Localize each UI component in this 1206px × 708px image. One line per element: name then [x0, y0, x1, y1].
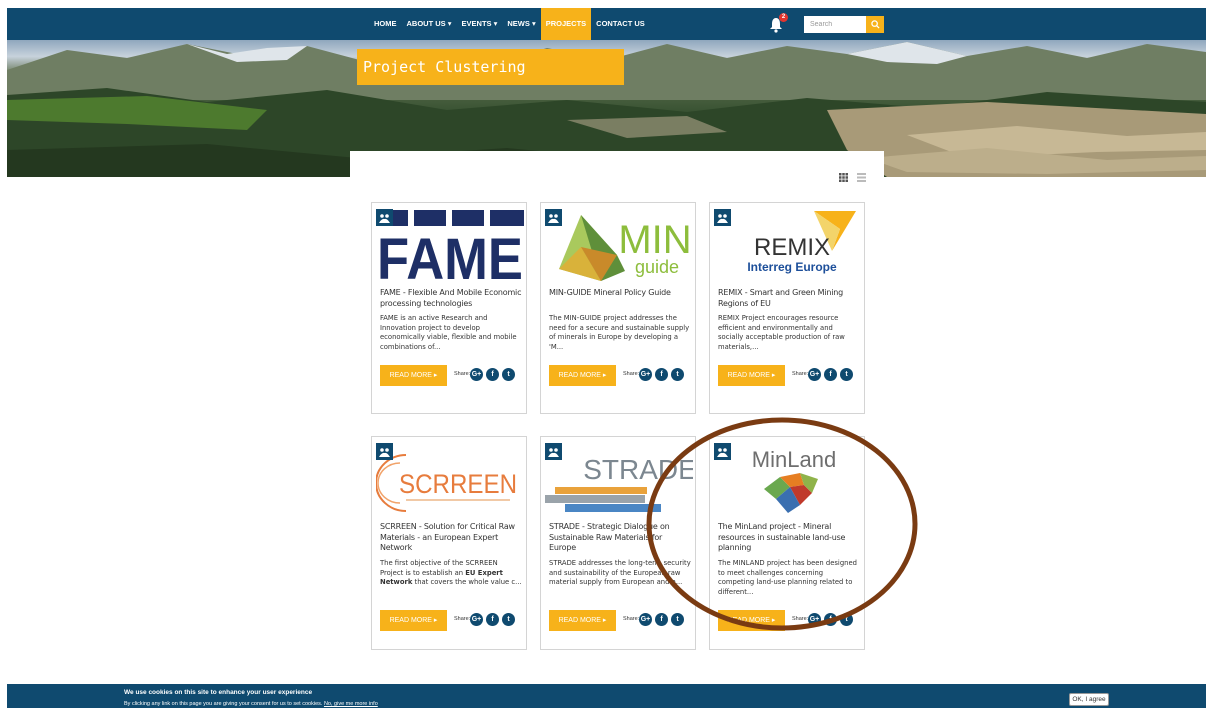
cookie-message: By clicking any link on this page you ar… [124, 701, 323, 707]
project-card-fame: FAME FAME - Flexible And Mobile Economic… [371, 202, 527, 414]
top-navbar: HOME ABOUT US ▾ EVENTS ▾ NEWS ▾ PROJECTS… [7, 8, 1206, 40]
nav-events[interactable]: EVENTS ▾ [457, 8, 503, 40]
twitter-icon[interactable]: t [840, 613, 853, 626]
description-text: that covers the whole value c... [412, 578, 522, 586]
read-more-button[interactable]: READ MORE ▸ [549, 610, 616, 631]
read-more-label: READ MORE [389, 617, 432, 624]
cookie-text: By clicking any link on this page you ar… [124, 701, 378, 707]
card-title[interactable]: STRADE - Strategic Dialogue on Sustainab… [549, 522, 691, 554]
strade-logo: STRADE [545, 454, 693, 512]
project-badge-icon [545, 443, 562, 460]
nav-projects[interactable]: PROJECTS [540, 8, 592, 40]
project-card-scrreen: SCRREEN SCRREEN - Solution for Critical … [371, 436, 527, 650]
read-more-label: READ MORE [727, 372, 770, 379]
read-more-label: READ MORE [558, 617, 601, 624]
card-description: FAME is an active Research and Innovatio… [380, 314, 517, 351]
google-plus-icon[interactable]: G+ [808, 613, 821, 626]
notifications-button[interactable]: 2 [767, 13, 788, 34]
search-icon [870, 20, 880, 29]
google-plus-icon[interactable]: G+ [639, 368, 652, 381]
project-badge-icon [714, 209, 731, 226]
search-input[interactable] [804, 16, 866, 33]
nav-home[interactable]: HOME [369, 8, 402, 40]
google-plus-icon[interactable]: G+ [808, 368, 821, 381]
nav-about-us[interactable]: ABOUT US ▾ [402, 8, 457, 40]
read-more-button[interactable]: READ MORE ▸ [718, 610, 785, 631]
read-more-label: READ MORE [558, 372, 601, 379]
nav-news[interactable]: NEWS ▾ [502, 8, 540, 40]
main-menu: HOME ABOUT US ▾ EVENTS ▾ NEWS ▾ PROJECTS… [369, 8, 650, 40]
google-plus-icon[interactable]: G+ [470, 613, 483, 626]
svg-text:MIN: MIN [618, 218, 691, 262]
cookie-title: We use cookies on this site to enhance y… [124, 689, 313, 696]
svg-text:guide: guide [635, 257, 679, 277]
notification-count-badge: 2 [779, 13, 788, 22]
project-card-strade: STRADE STRADE - Strategic Dialogue on Su… [540, 436, 696, 650]
svg-text:FAME: FAME [377, 227, 523, 287]
more-info-link[interactable]: No, give me more info [324, 701, 378, 707]
read-more-label: READ MORE [389, 372, 432, 379]
card-title[interactable]: FAME - Flexible And Mobile Economic proc… [380, 288, 522, 309]
facebook-icon[interactable]: f [655, 613, 668, 626]
facebook-icon[interactable]: f [486, 613, 499, 626]
fame-logo: FAME [376, 210, 524, 287]
read-more-button[interactable]: READ MORE ▸ [549, 365, 616, 386]
svg-text:SCRREEN: SCRREEN [399, 469, 517, 499]
card-description: The first objective of the SCRREEN Proje… [380, 559, 522, 588]
share-label: Share: [623, 371, 640, 377]
scrreen-logo: SCRREEN [376, 454, 517, 512]
twitter-icon[interactable]: t [671, 368, 684, 381]
card-title[interactable]: The MinLand project - Mineral resources … [718, 522, 860, 554]
svg-text:STRADE: STRADE [583, 454, 693, 485]
remix-logo: REMIX Interreg Europe [747, 211, 856, 274]
read-more-label: READ MORE [727, 617, 770, 624]
share-label: Share: [454, 616, 471, 622]
card-description: The MIN-GUIDE project addresses the need… [549, 314, 690, 351]
share-label: Share: [454, 371, 471, 377]
share-label: Share: [792, 371, 809, 377]
twitter-icon[interactable]: t [671, 613, 684, 626]
facebook-icon[interactable]: f [655, 368, 668, 381]
svg-text:Interreg Europe: Interreg Europe [747, 260, 837, 274]
min-guide-logo: MIN guide [559, 215, 692, 281]
read-more-button[interactable]: READ MORE ▸ [380, 365, 447, 386]
read-more-button[interactable]: READ MORE ▸ [380, 610, 447, 631]
card-description: The MINLAND project has been designed to… [718, 559, 857, 596]
google-plus-icon[interactable]: G+ [639, 613, 652, 626]
read-more-button[interactable]: READ MORE ▸ [718, 365, 785, 386]
cookie-agree-button[interactable]: OK, I agree [1069, 693, 1109, 706]
nav-contact-us[interactable]: CONTACT US [591, 8, 650, 40]
project-card-minland: MinLand The MinLand project - Mineral re… [709, 436, 865, 650]
minland-logo: MinLand [752, 447, 836, 513]
project-card-remix: REMIX Interreg Europe REMIX - Smart and … [709, 202, 865, 414]
google-plus-icon[interactable]: G+ [470, 368, 483, 381]
project-badge-icon [376, 209, 393, 226]
card-description: STRADE addresses the long-term security … [549, 559, 691, 586]
twitter-icon[interactable]: t [840, 368, 853, 381]
page-title: Project Clustering [357, 49, 624, 85]
project-badge-icon [714, 443, 731, 460]
project-badge-icon [545, 209, 562, 226]
list-view-icon[interactable] [857, 173, 866, 182]
twitter-icon[interactable]: t [502, 613, 515, 626]
facebook-icon[interactable]: f [486, 368, 499, 381]
card-title[interactable]: REMIX - Smart and Green Mining Regions o… [718, 288, 860, 309]
svg-text:REMIX: REMIX [754, 234, 830, 261]
facebook-icon[interactable]: f [824, 613, 837, 626]
card-title[interactable]: MIN-GUIDE Mineral Policy Guide [549, 288, 691, 299]
share-label: Share: [623, 616, 640, 622]
facebook-icon[interactable]: f [824, 368, 837, 381]
svg-text:MinLand: MinLand [752, 447, 836, 472]
card-title[interactable]: SCRREEN - Solution for Critical Raw Mate… [380, 522, 522, 554]
grid-view-icon[interactable] [839, 173, 848, 182]
project-card-min-guide: MIN guide MIN-GUIDE Mineral Policy Guide… [540, 202, 696, 414]
twitter-icon[interactable]: t [502, 368, 515, 381]
cookie-consent-bar: We use cookies on this site to enhance y… [7, 684, 1206, 708]
card-description: REMIX Project encourages resource effici… [718, 314, 845, 351]
search-button[interactable] [866, 16, 884, 33]
share-label: Share: [792, 616, 809, 622]
project-badge-icon [376, 443, 393, 460]
